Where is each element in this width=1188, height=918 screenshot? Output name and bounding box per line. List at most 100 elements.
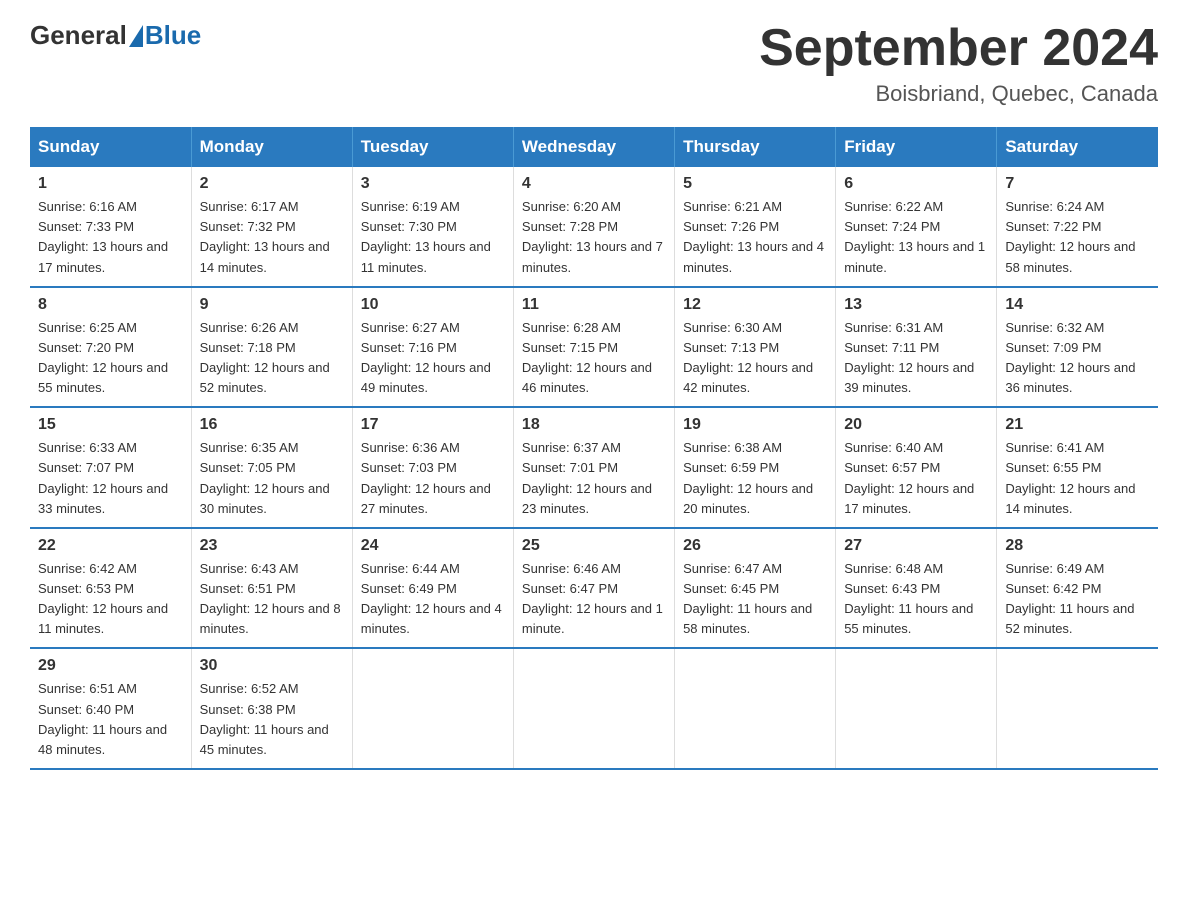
day-info: Sunrise: 6:52 AMSunset: 6:38 PMDaylight:… <box>200 679 344 760</box>
day-number: 9 <box>200 296 344 314</box>
day-number: 14 <box>1005 296 1150 314</box>
calendar-header-friday: Friday <box>836 127 997 167</box>
calendar-day-cell: 22Sunrise: 6:42 AMSunset: 6:53 PMDayligh… <box>30 528 191 649</box>
day-info: Sunrise: 6:40 AMSunset: 6:57 PMDaylight:… <box>844 438 988 519</box>
day-number: 1 <box>38 175 183 193</box>
day-number: 8 <box>38 296 183 314</box>
day-number: 2 <box>200 175 344 193</box>
logo-general-text: General <box>30 20 127 51</box>
title-block: September 2024 Boisbriand, Quebec, Canad… <box>759 20 1158 107</box>
day-info: Sunrise: 6:47 AMSunset: 6:45 PMDaylight:… <box>683 559 827 640</box>
day-info: Sunrise: 6:27 AMSunset: 7:16 PMDaylight:… <box>361 318 505 399</box>
day-number: 27 <box>844 537 988 555</box>
day-number: 18 <box>522 416 666 434</box>
calendar-day-cell: 20 Sunrise: 6:40 AMSunset: 6:57 PMDayligh… <box>836 407 997 528</box>
day-number: 16 <box>200 416 344 434</box>
day-number: 17 <box>361 416 505 434</box>
day-number: 11 <box>522 296 666 314</box>
calendar-day-cell <box>836 648 997 769</box>
day-info: Sunrise: 6:49 AMSunset: 6:42 PMDaylight:… <box>1005 559 1150 640</box>
day-number: 29 <box>38 657 183 675</box>
logo-triangle-icon <box>129 25 143 47</box>
day-info: Sunrise: 6:33 AMSunset: 7:07 PMDaylight:… <box>38 438 183 519</box>
day-info: Sunrise: 6:17 AMSunset: 7:32 PMDaylight:… <box>200 197 344 278</box>
location-subtitle: Boisbriand, Quebec, Canada <box>759 81 1158 107</box>
day-info: Sunrise: 6:20 AMSunset: 7:28 PMDaylight:… <box>522 197 666 278</box>
calendar-day-cell: 2 Sunrise: 6:17 AMSunset: 7:32 PMDaylight… <box>191 167 352 287</box>
day-info: Sunrise: 6:36 AMSunset: 7:03 PMDaylight:… <box>361 438 505 519</box>
day-number: 23 <box>200 537 344 555</box>
logo-blue-text: Blue <box>145 20 201 51</box>
calendar-day-cell: 27 Sunrise: 6:48 AMSunset: 6:43 PMDayligh… <box>836 528 997 649</box>
calendar-day-cell: 7Sunrise: 6:24 AMSunset: 7:22 PMDaylight… <box>997 167 1158 287</box>
calendar-week-row: 29 Sunrise: 6:51 AMSunset: 6:40 PMDayligh… <box>30 648 1158 769</box>
day-number: 12 <box>683 296 827 314</box>
day-number: 5 <box>683 175 827 193</box>
day-number: 19 <box>683 416 827 434</box>
calendar-day-cell: 1 Sunrise: 6:16 AMSunset: 7:33 PMDaylight… <box>30 167 191 287</box>
day-number: 4 <box>522 175 666 193</box>
calendar-day-cell: 13Sunrise: 6:31 AMSunset: 7:11 PMDayligh… <box>836 287 997 408</box>
calendar-day-cell <box>675 648 836 769</box>
day-number: 21 <box>1005 416 1150 434</box>
day-number: 25 <box>522 537 666 555</box>
day-info: Sunrise: 6:19 AMSunset: 7:30 PMDaylight:… <box>361 197 505 278</box>
calendar-day-cell: 18 Sunrise: 6:37 AMSunset: 7:01 PMDayligh… <box>513 407 674 528</box>
calendar-header-wednesday: Wednesday <box>513 127 674 167</box>
day-info: Sunrise: 6:26 AMSunset: 7:18 PMDaylight:… <box>200 318 344 399</box>
calendar-header-tuesday: Tuesday <box>352 127 513 167</box>
day-info: Sunrise: 6:51 AMSunset: 6:40 PMDaylight:… <box>38 679 183 760</box>
calendar-day-cell: 26 Sunrise: 6:47 AMSunset: 6:45 PMDayligh… <box>675 528 836 649</box>
calendar-day-cell: 9 Sunrise: 6:26 AMSunset: 7:18 PMDaylight… <box>191 287 352 408</box>
calendar-day-cell: 21 Sunrise: 6:41 AMSunset: 6:55 PMDayligh… <box>997 407 1158 528</box>
day-info: Sunrise: 6:35 AMSunset: 7:05 PMDaylight:… <box>200 438 344 519</box>
day-info: Sunrise: 6:43 AMSunset: 6:51 PMDaylight:… <box>200 559 344 640</box>
calendar-day-cell: 24Sunrise: 6:44 AMSunset: 6:49 PMDayligh… <box>352 528 513 649</box>
calendar-week-row: 8 Sunrise: 6:25 AMSunset: 7:20 PMDaylight… <box>30 287 1158 408</box>
calendar-day-cell: 12 Sunrise: 6:30 AMSunset: 7:13 PMDayligh… <box>675 287 836 408</box>
calendar-day-cell: 25 Sunrise: 6:46 AMSunset: 6:47 PMDayligh… <box>513 528 674 649</box>
day-info: Sunrise: 6:22 AMSunset: 7:24 PMDaylight:… <box>844 197 988 278</box>
calendar-day-cell <box>513 648 674 769</box>
calendar-day-cell <box>997 648 1158 769</box>
day-info: Sunrise: 6:31 AMSunset: 7:11 PMDaylight:… <box>844 318 988 399</box>
calendar-week-row: 15Sunrise: 6:33 AMSunset: 7:07 PMDayligh… <box>30 407 1158 528</box>
calendar-header-sunday: Sunday <box>30 127 191 167</box>
day-info: Sunrise: 6:37 AMSunset: 7:01 PMDaylight:… <box>522 438 666 519</box>
calendar-header-monday: Monday <box>191 127 352 167</box>
day-number: 6 <box>844 175 988 193</box>
calendar-table: SundayMondayTuesdayWednesdayThursdayFrid… <box>30 127 1158 770</box>
calendar-day-cell: 29 Sunrise: 6:51 AMSunset: 6:40 PMDayligh… <box>30 648 191 769</box>
day-number: 26 <box>683 537 827 555</box>
day-number: 3 <box>361 175 505 193</box>
calendar-day-cell: 30Sunrise: 6:52 AMSunset: 6:38 PMDayligh… <box>191 648 352 769</box>
calendar-day-cell: 4 Sunrise: 6:20 AMSunset: 7:28 PMDaylight… <box>513 167 674 287</box>
calendar-header-row: SundayMondayTuesdayWednesdayThursdayFrid… <box>30 127 1158 167</box>
calendar-week-row: 1 Sunrise: 6:16 AMSunset: 7:33 PMDaylight… <box>30 167 1158 287</box>
day-number: 20 <box>844 416 988 434</box>
page-header: General Blue September 2024 Boisbriand, … <box>30 20 1158 107</box>
calendar-day-cell: 16 Sunrise: 6:35 AMSunset: 7:05 PMDayligh… <box>191 407 352 528</box>
calendar-day-cell: 3 Sunrise: 6:19 AMSunset: 7:30 PMDaylight… <box>352 167 513 287</box>
month-title: September 2024 <box>759 20 1158 77</box>
day-info: Sunrise: 6:41 AMSunset: 6:55 PMDaylight:… <box>1005 438 1150 519</box>
day-info: Sunrise: 6:28 AMSunset: 7:15 PMDaylight:… <box>522 318 666 399</box>
calendar-day-cell: 17 Sunrise: 6:36 AMSunset: 7:03 PMDayligh… <box>352 407 513 528</box>
day-number: 7 <box>1005 175 1150 193</box>
day-info: Sunrise: 6:16 AMSunset: 7:33 PMDaylight:… <box>38 197 183 278</box>
calendar-day-cell: 10Sunrise: 6:27 AMSunset: 7:16 PMDayligh… <box>352 287 513 408</box>
calendar-day-cell: 15Sunrise: 6:33 AMSunset: 7:07 PMDayligh… <box>30 407 191 528</box>
day-info: Sunrise: 6:48 AMSunset: 6:43 PMDaylight:… <box>844 559 988 640</box>
calendar-day-cell: 6 Sunrise: 6:22 AMSunset: 7:24 PMDaylight… <box>836 167 997 287</box>
day-info: Sunrise: 6:42 AMSunset: 6:53 PMDaylight:… <box>38 559 183 640</box>
day-info: Sunrise: 6:46 AMSunset: 6:47 PMDaylight:… <box>522 559 666 640</box>
day-info: Sunrise: 6:38 AMSunset: 6:59 PMDaylight:… <box>683 438 827 519</box>
day-info: Sunrise: 6:32 AMSunset: 7:09 PMDaylight:… <box>1005 318 1150 399</box>
calendar-day-cell: 11 Sunrise: 6:28 AMSunset: 7:15 PMDayligh… <box>513 287 674 408</box>
day-info: Sunrise: 6:30 AMSunset: 7:13 PMDaylight:… <box>683 318 827 399</box>
day-number: 24 <box>361 537 505 555</box>
day-info: Sunrise: 6:21 AMSunset: 7:26 PMDaylight:… <box>683 197 827 278</box>
day-info: Sunrise: 6:25 AMSunset: 7:20 PMDaylight:… <box>38 318 183 399</box>
calendar-day-cell: 19 Sunrise: 6:38 AMSunset: 6:59 PMDayligh… <box>675 407 836 528</box>
calendar-header-thursday: Thursday <box>675 127 836 167</box>
